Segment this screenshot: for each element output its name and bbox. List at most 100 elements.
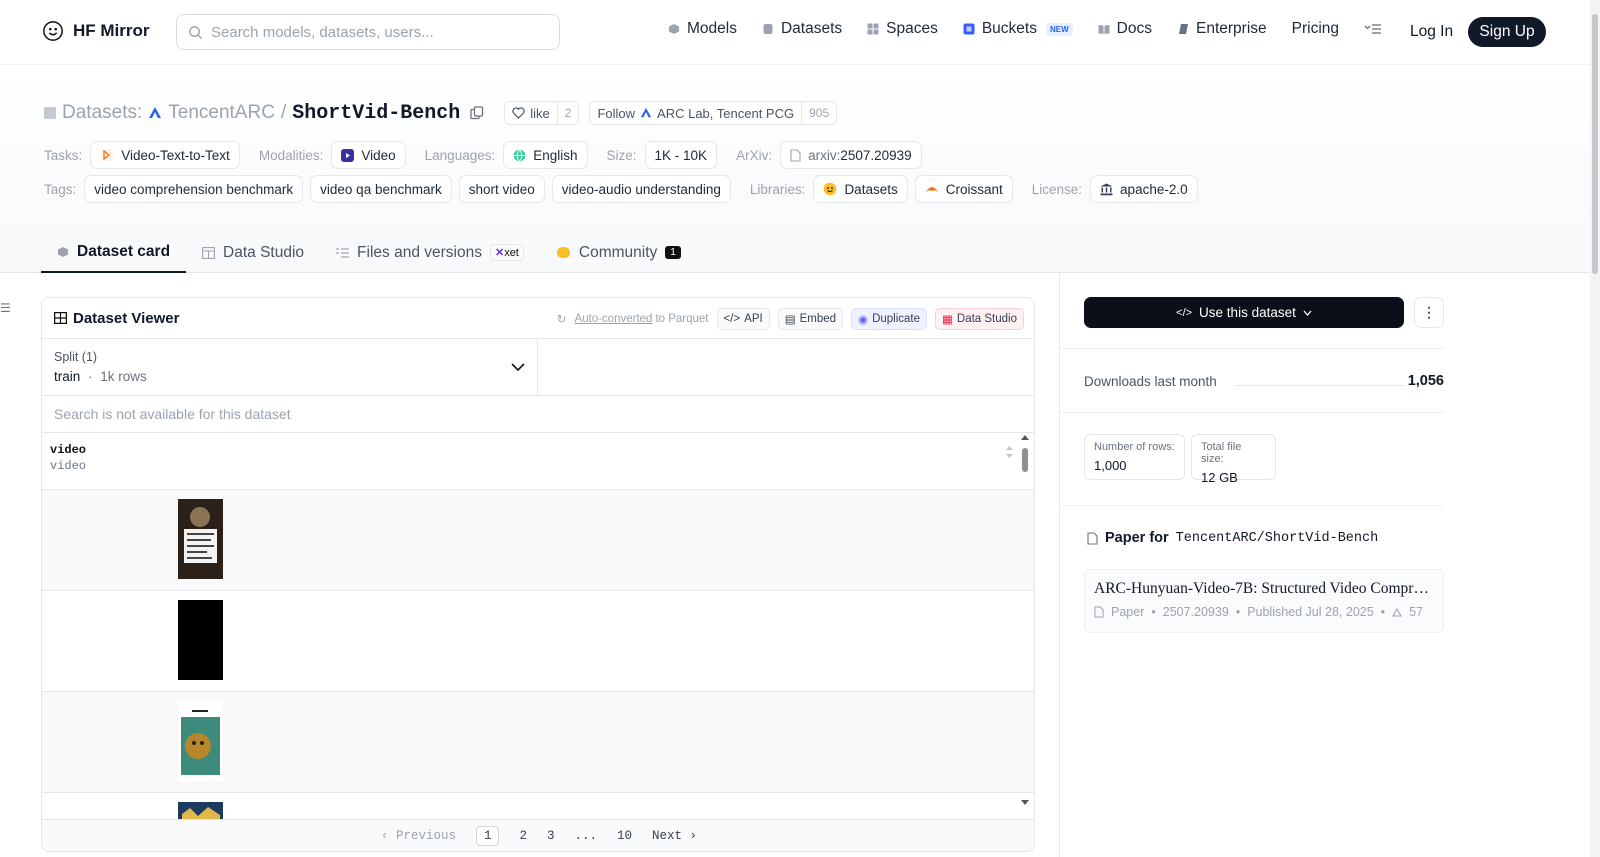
nav-models[interactable]: Models — [668, 20, 737, 38]
table-scrollbar[interactable] — [1020, 434, 1030, 806]
sidebar-toggle-icon[interactable]: ☰ — [0, 301, 11, 315]
table-row[interactable] — [42, 490, 1034, 591]
video-icon — [341, 148, 355, 162]
embed-label: Embed — [799, 313, 837, 325]
duplicate-label: Duplicate — [872, 313, 921, 325]
org-logo-icon — [640, 107, 652, 118]
video-thumbnail[interactable] — [178, 600, 223, 680]
library-datasets[interactable]: Datasets — [813, 175, 908, 203]
signup-button[interactable]: Sign Up — [1468, 17, 1546, 47]
paper-type: Paper — [1111, 605, 1145, 619]
grid-icon — [867, 23, 879, 35]
api-button[interactable]: </> API — [716, 308, 770, 330]
like-count: 2 — [556, 102, 579, 124]
table-row[interactable] — [42, 692, 1034, 793]
nav-pricing[interactable]: Pricing — [1292, 20, 1339, 38]
split-selector-row: Split (1) train · 1k rows — [42, 339, 1034, 396]
croissant-icon — [925, 187, 938, 192]
follow-count: 905 — [801, 102, 836, 124]
community-icon — [556, 247, 570, 258]
tag-chip[interactable]: video-audio understanding — [551, 175, 731, 203]
dataset-viewer: Dataset Viewer ↻ Auto-converted to Parqu… — [41, 297, 1035, 852]
video-thumbnail[interactable] — [178, 701, 223, 781]
duplicate-button[interactable]: ◉ Duplicate — [851, 308, 928, 330]
downloads-value: 1,056 — [1407, 373, 1444, 389]
login-link[interactable]: Log In — [1410, 23, 1453, 41]
library-croissant[interactable]: Croissant — [914, 175, 1013, 203]
nav-enterprise[interactable]: Enterprise — [1177, 20, 1267, 38]
repo-type-label[interactable]: Datasets: — [62, 102, 142, 124]
meta-row-2: Tags: video comprehension benchmark vide… — [44, 175, 1205, 203]
more-options-button[interactable]: ⋮ — [1414, 297, 1444, 328]
search-box[interactable] — [176, 14, 560, 50]
nav-buckets[interactable]: Buckets NEW — [963, 20, 1073, 38]
nav-datasets[interactable]: Datasets — [762, 20, 842, 38]
data-studio-button[interactable]: ▦ Data Studio — [935, 308, 1024, 330]
page-scrollbar[interactable] — [1590, 0, 1600, 857]
search-input[interactable] — [211, 23, 531, 41]
nav-spaces[interactable]: Spaces — [867, 20, 938, 38]
use-dataset-button[interactable]: </> Use this dataset — [1084, 297, 1404, 328]
scrollbar-thumb[interactable] — [1592, 14, 1598, 274]
nav-docs[interactable]: Docs — [1098, 20, 1152, 38]
tab-data-studio[interactable]: Data Studio — [186, 232, 320, 273]
arxiv-tag[interactable]: arxiv:2507.20939 — [780, 141, 922, 169]
downloads-sparkline — [1235, 385, 1405, 386]
like-button[interactable]: like 2 — [504, 101, 580, 125]
paper-title[interactable]: ARC-Hunyuan-Video-7B: Structured Video C… — [1094, 580, 1434, 598]
column-header-video[interactable]: video video — [42, 433, 1034, 490]
auto-converted-link[interactable]: Auto-converted — [574, 313, 652, 325]
nav-more-menu[interactable] — [1364, 23, 1382, 35]
rows-label: Number of rows: — [1094, 441, 1175, 453]
data-studio-label: Data Studio — [956, 313, 1017, 325]
page-2-button[interactable]: 2 — [519, 829, 527, 843]
tab-community[interactable]: Community 1 — [540, 232, 697, 273]
heart-icon — [512, 107, 525, 119]
page-3-button[interactable]: 3 — [547, 829, 555, 843]
follow-button[interactable]: Follow ARC Lab, Tencent PCG 905 — [589, 101, 838, 125]
top-navbar: HF Mirror Models Datasets Spaces Buckets… — [0, 0, 1600, 65]
copy-icon[interactable] — [470, 106, 484, 120]
tab-label: Community — [578, 243, 658, 261]
table-row[interactable] — [42, 591, 1034, 692]
prev-page-button[interactable]: ‹ Previous — [381, 829, 456, 843]
xet-logo-icon: ✕ — [494, 247, 505, 259]
divider — [1060, 505, 1444, 506]
page-ellipsis: ... — [574, 828, 598, 843]
like-label: like — [530, 105, 550, 121]
repo-owner-link[interactable]: TencentARC — [168, 102, 275, 124]
languages-label: Languages: — [424, 147, 496, 163]
book-icon — [1098, 25, 1110, 34]
pagination: ‹ Previous 1 2 3 ... 10 Next › — [42, 819, 1034, 851]
column-type: video — [50, 459, 87, 473]
table-icon — [202, 246, 215, 259]
task-tag[interactable]: Video-Text-to-Text — [90, 141, 240, 169]
modality-tag[interactable]: Video — [331, 141, 406, 169]
enterprise-icon — [1178, 24, 1188, 34]
tags-label: Tags: — [44, 181, 77, 197]
next-page-button[interactable]: Next › — [652, 829, 697, 843]
tab-dataset-card[interactable]: Dataset card — [41, 232, 187, 273]
license-tag[interactable]: apache-2.0 — [1090, 175, 1198, 203]
tab-files-versions[interactable]: Files and versions ✕xet — [320, 232, 540, 273]
file-size-value: 12 GB — [1201, 470, 1238, 485]
bucket-icon — [963, 23, 975, 35]
tag-chip[interactable]: video qa benchmark — [310, 175, 452, 203]
language-tag[interactable]: English — [503, 141, 588, 169]
tasks-label: Tasks: — [44, 147, 83, 163]
page-10-button[interactable]: 10 — [617, 829, 632, 843]
xet-badge: ✕xet — [489, 244, 524, 261]
sort-icon[interactable] — [1005, 445, 1014, 459]
tag-chip[interactable]: short video — [458, 175, 545, 203]
repo-name[interactable]: ShortVid-Bench — [292, 102, 460, 125]
page-1-button[interactable]: 1 — [475, 825, 500, 846]
paper-card[interactable]: ARC-Hunyuan-Video-7B: Structured Video C… — [1084, 569, 1444, 633]
paper-meta: Paper • 2507.20939 • Published Jul 28, 2… — [1094, 605, 1434, 619]
tag-chip[interactable]: video comprehension benchmark — [84, 175, 304, 203]
split-dropdown[interactable]: Split (1) train · 1k rows — [42, 339, 538, 395]
video-thumbnail[interactable] — [178, 499, 223, 579]
embed-button[interactable]: ▤ Embed — [777, 308, 844, 330]
size-tag[interactable]: 1K - 10K — [644, 141, 718, 169]
brand-logo[interactable]: HF Mirror — [42, 20, 150, 42]
modality-label: Video — [361, 147, 396, 163]
